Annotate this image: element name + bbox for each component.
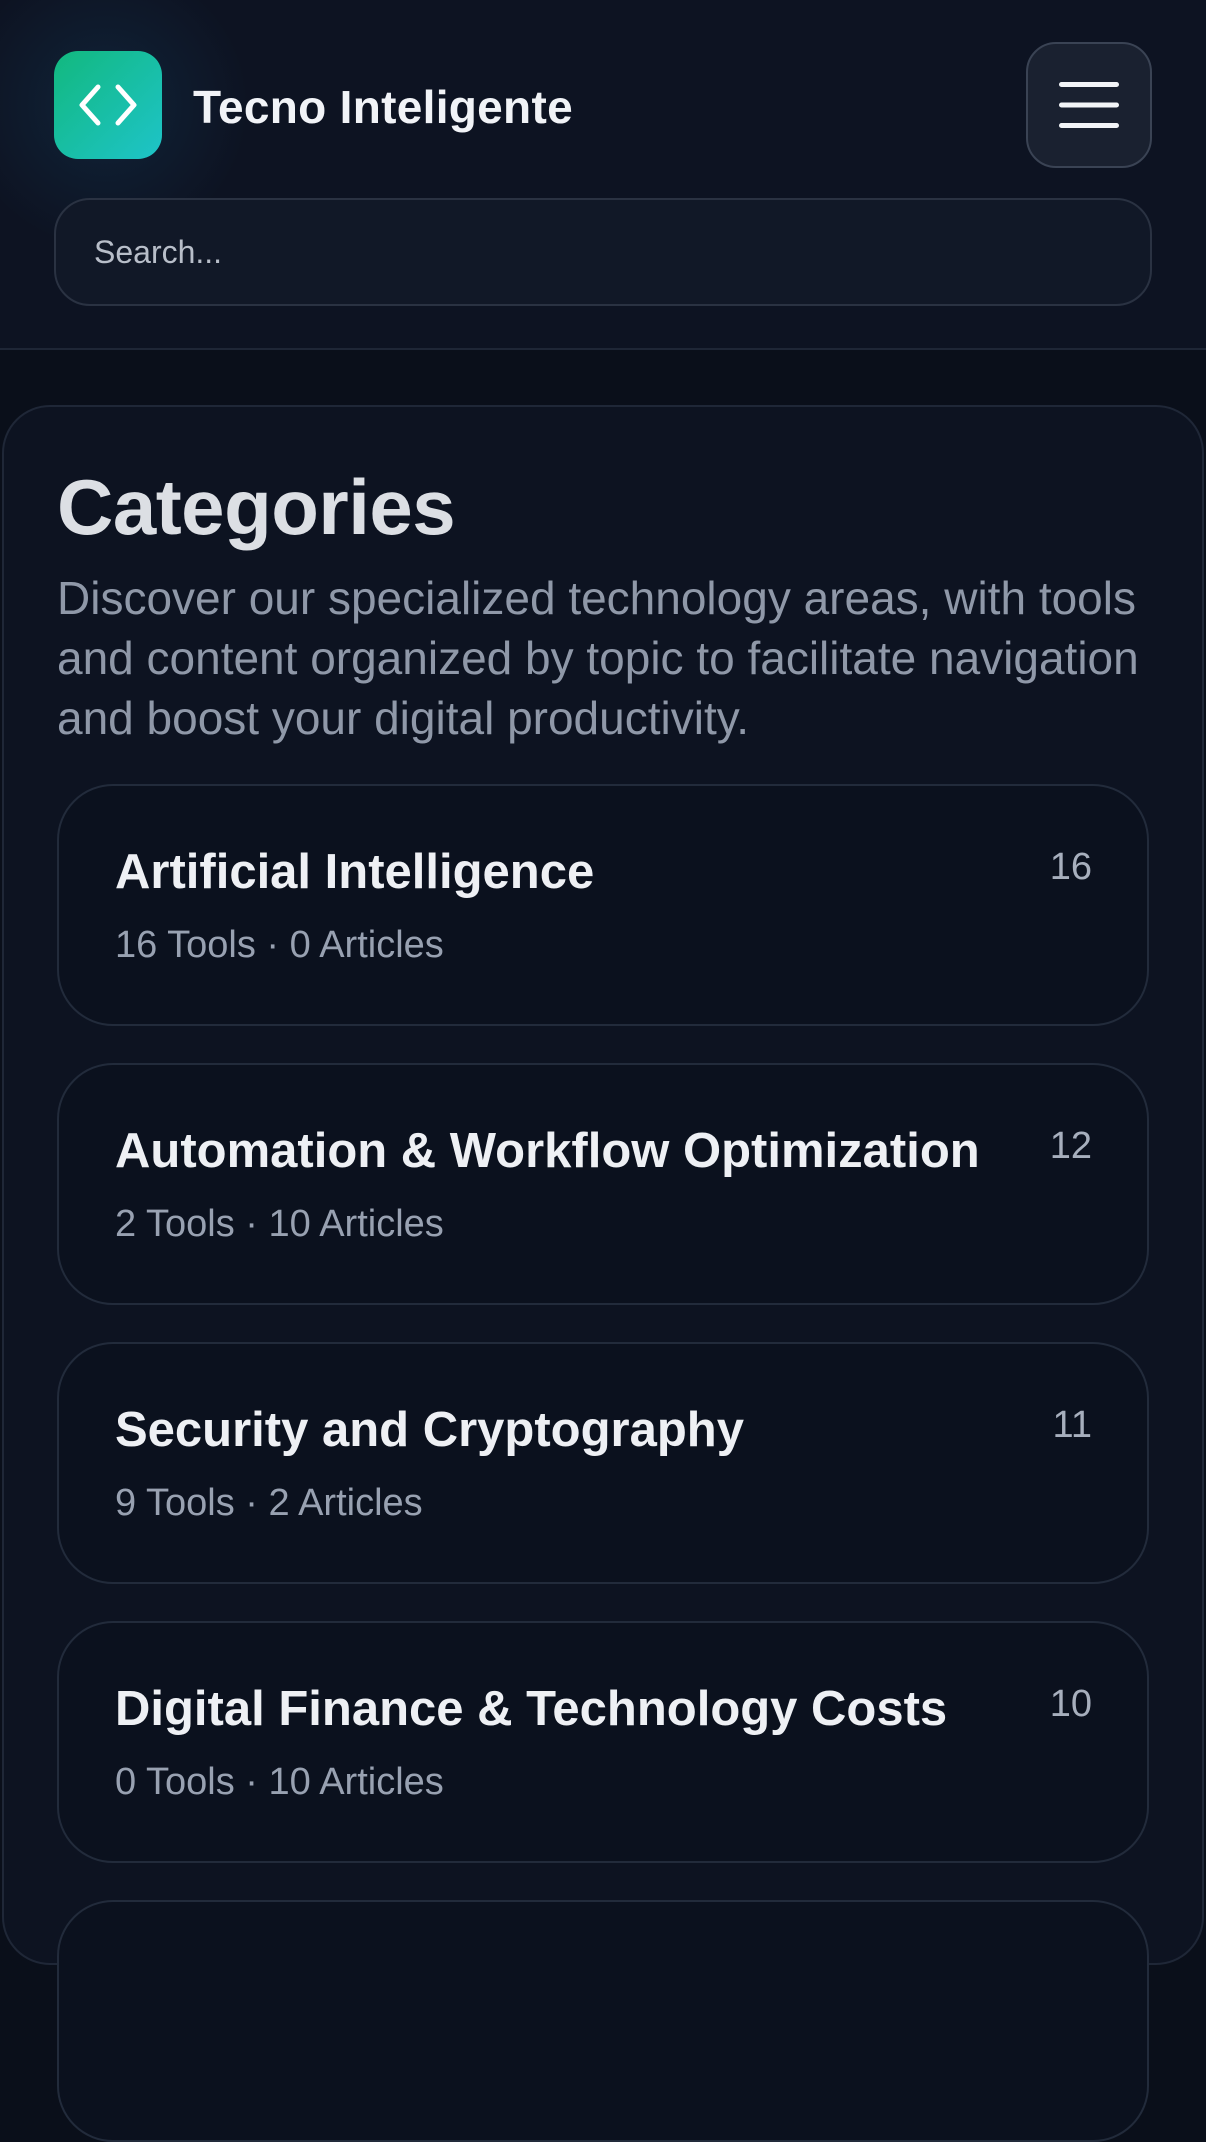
- top-header: Tecno Inteligente: [0, 0, 1206, 350]
- category-card-next[interactable]: [57, 1900, 1149, 2142]
- category-meta: 2 Tools · 10 Articles: [115, 1203, 444, 1245]
- category-card-security[interactable]: Security and Cryptography 9 Tools · 2 Ar…: [57, 1342, 1149, 1584]
- category-title: Automation & Workflow Optimization: [115, 1124, 980, 1178]
- category-count: 10: [1049, 1683, 1092, 1725]
- menu-button[interactable]: [1026, 42, 1152, 168]
- brand-name[interactable]: Tecno Inteligente: [193, 80, 573, 134]
- category-title: Security and Cryptography: [115, 1403, 744, 1457]
- page-title: Categories: [57, 463, 456, 551]
- category-card-automation[interactable]: Automation & Workflow Optimization 2 Too…: [57, 1063, 1149, 1305]
- category-meta: 16 Tools · 0 Articles: [115, 924, 444, 966]
- code-brackets-icon: [79, 84, 137, 126]
- category-card-artificial-intelligence[interactable]: Artificial Intelligence 16 Tools · 0 Art…: [57, 784, 1149, 1026]
- category-title: Digital Finance & Technology Costs: [115, 1682, 948, 1736]
- category-count: 11: [1052, 1404, 1092, 1446]
- category-meta: 9 Tools · 2 Articles: [115, 1482, 423, 1524]
- search-input[interactable]: [54, 198, 1152, 306]
- category-count: 16: [1049, 846, 1092, 888]
- category-count: 12: [1049, 1125, 1092, 1167]
- logo[interactable]: [54, 51, 162, 159]
- category-title: Artificial Intelligence: [115, 845, 595, 899]
- page-description: Discover our specialized technology area…: [57, 572, 1139, 744]
- category-card-digital-finance[interactable]: Digital Finance & Technology Costs 0 Too…: [57, 1621, 1149, 1863]
- category-meta: 0 Tools · 10 Articles: [115, 1761, 444, 1803]
- hamburger-menu-icon: [1059, 82, 1119, 128]
